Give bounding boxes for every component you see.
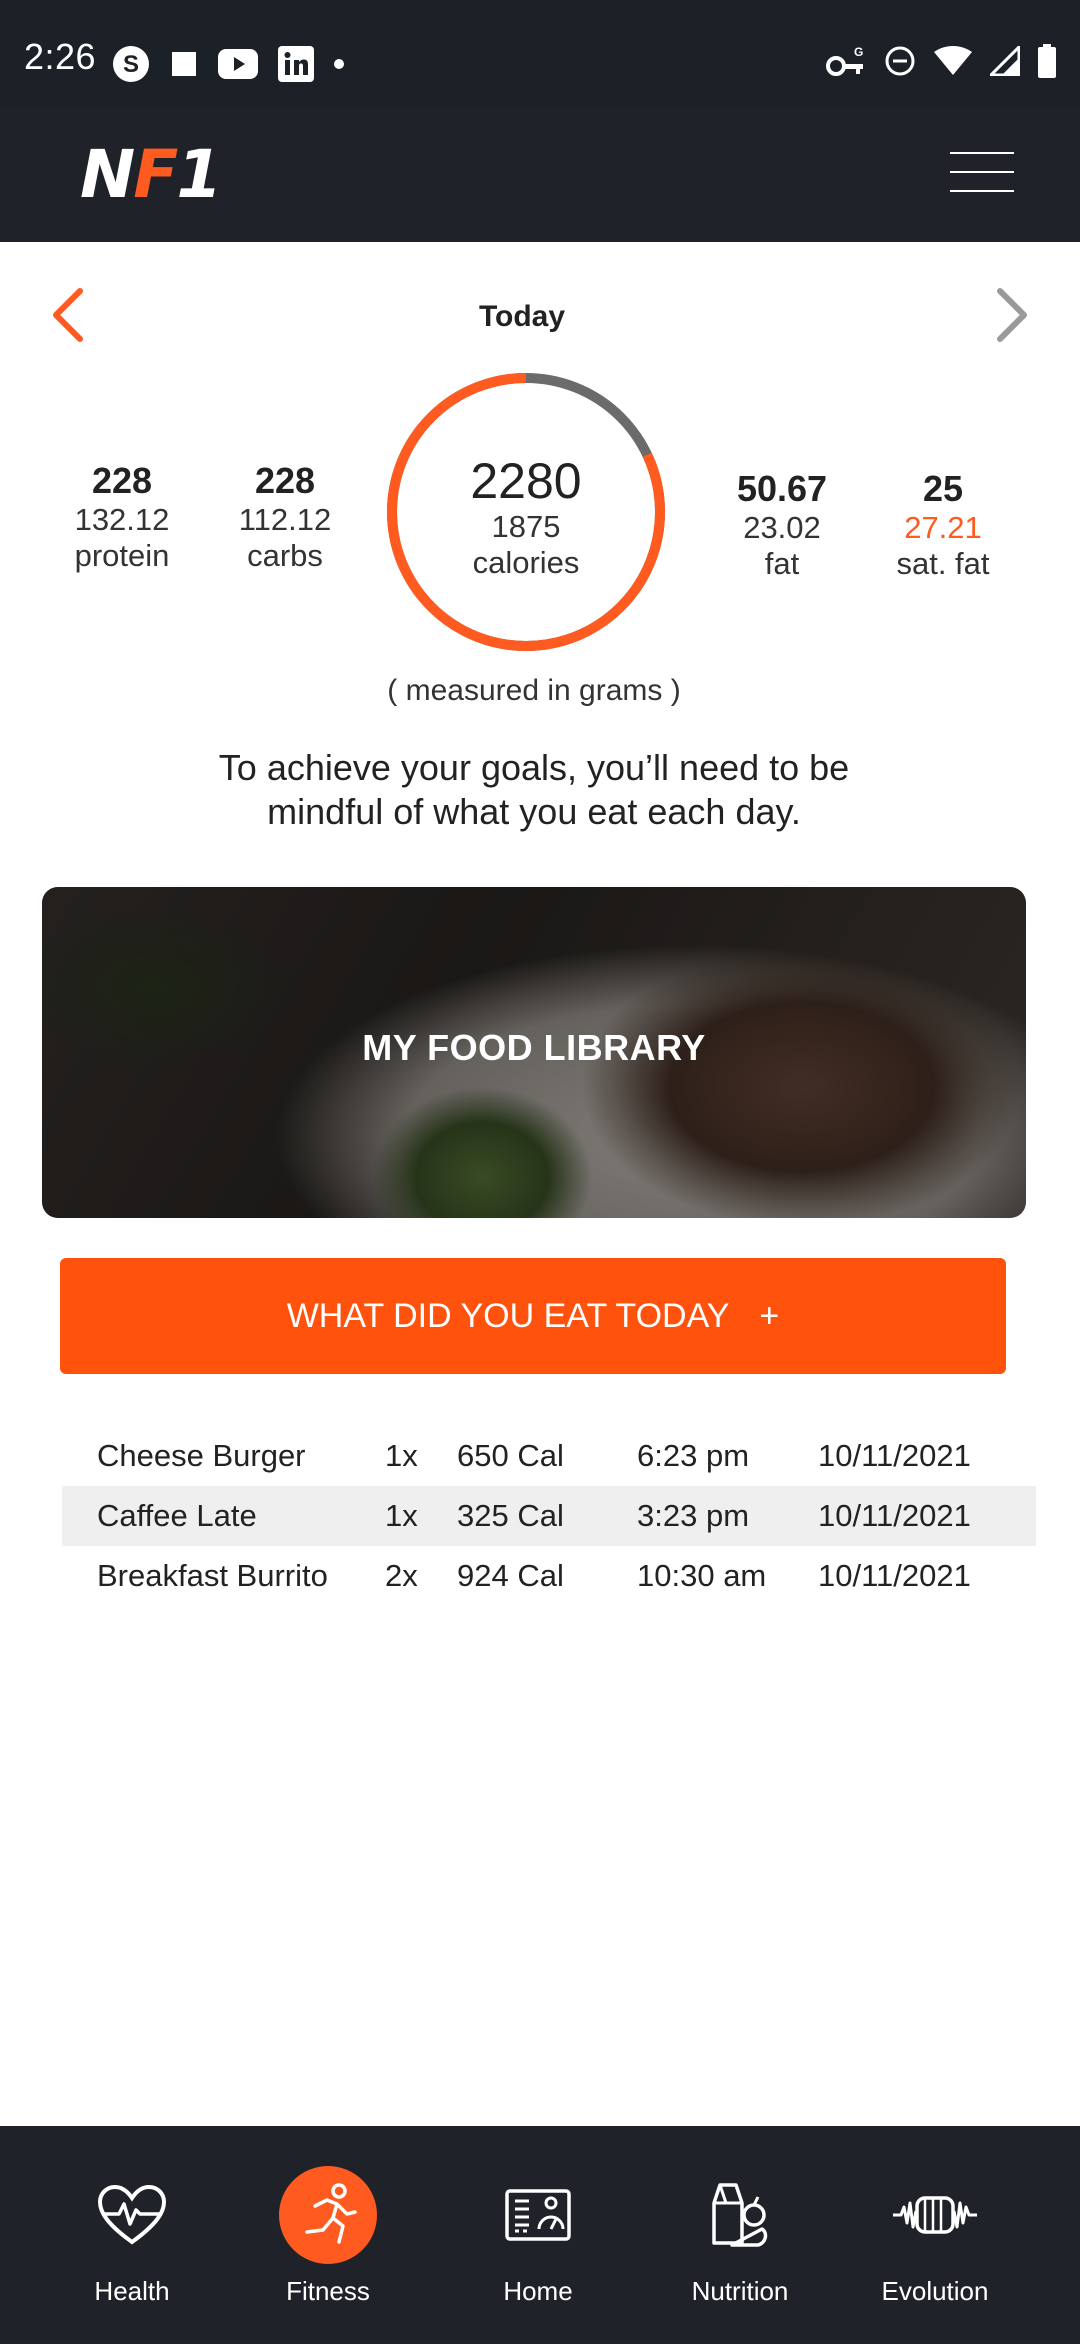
linkedin-icon [278, 46, 314, 82]
nav-nutrition-label: Nutrition [691, 2276, 789, 2306]
food-date: 10/11/2021 [818, 1558, 971, 1593]
nav-health[interactable]: Health [42, 2166, 222, 2307]
fat-value: 23.02 [743, 510, 821, 545]
sat-fat-label: sat. fat [896, 546, 990, 581]
food-log-row[interactable]: Cheese Burger 1x 650 Cal 6:23 pm 10/11/2021 [62, 1426, 1036, 1486]
app-header: NF1 [0, 106, 1080, 242]
plus-icon: + [759, 1296, 780, 1335]
nav-fitness[interactable]: Fitness [238, 2166, 418, 2307]
food-library-title: MY FOOD LIBRARY [362, 1027, 706, 1068]
heart-pulse-icon [83, 2166, 181, 2264]
wifi-icon [934, 46, 972, 75]
calorie-value: 1875 [491, 509, 561, 544]
menu-line-icon [950, 171, 1014, 173]
date-title: Today [478, 300, 566, 333]
food-name: Cheese Burger [97, 1438, 306, 1473]
nav-evolution-label: Evolution [881, 2276, 989, 2306]
sat-fat-macro: 25 27.21 sat. fat [863, 468, 1023, 582]
more-notifications-dot [334, 59, 344, 69]
food-quantity: 2x [385, 1558, 418, 1593]
status-time: 2:26 [24, 36, 97, 77]
nav-home-label: Home [503, 2276, 573, 2306]
carbs-goal: 228 [254, 460, 316, 501]
protein-macro: 228 132.12 protein [42, 460, 202, 574]
food-time: 6:23 pm [637, 1438, 750, 1473]
nav-home[interactable]: Home [448, 2166, 628, 2307]
food-log-row[interactable]: Caffee Late 1x 325 Cal 3:23 pm 10/11/2021 [62, 1486, 1036, 1546]
food-name: Breakfast Burrito [97, 1558, 328, 1593]
my-food-library-card[interactable]: MY FOOD LIBRARY [42, 887, 1026, 1218]
svg-text:S: S [123, 51, 139, 78]
add-food-button[interactable]: WHAT DID YOU EAT TODAY + [60, 1258, 1006, 1374]
system-icons: G [826, 44, 1056, 78]
bottom-navigation: Health Fitness Home Nutrition Evolution [0, 2126, 1080, 2344]
hamburger-menu-button[interactable] [950, 152, 1014, 196]
nav-fitness-label: Fitness [286, 2276, 370, 2306]
nf1-logo[interactable]: NF1 [80, 136, 222, 213]
calorie-label: calories [472, 545, 580, 580]
youtube-icon [218, 49, 258, 79]
measured-in-grams-note: ( measured in grams ) [387, 674, 681, 707]
food-calories: 924 Cal [457, 1558, 564, 1593]
food-calories: 325 Cal [457, 1498, 564, 1533]
food-time: 3:23 pm [637, 1498, 750, 1533]
vpn-key-icon: G [826, 45, 863, 76]
notification-icons: S [112, 45, 344, 83]
calorie-goal: 2280 [470, 453, 582, 509]
carbs-label: carbs [247, 538, 323, 573]
food-date: 10/11/2021 [818, 1438, 971, 1473]
food-log-table: Cheese Burger 1x 650 Cal 6:23 pm 10/11/2021 C… [62, 1426, 1036, 1606]
running-person-icon [279, 2166, 377, 2264]
svg-text:G: G [854, 45, 863, 59]
advice-text: To achieve your goals, you’ll need to be… [218, 747, 850, 832]
food-date: 10/11/2021 [818, 1498, 971, 1533]
food-name: Caffee Late [97, 1498, 257, 1533]
food-quantity: 1x [385, 1438, 418, 1473]
nav-nutrition[interactable]: Nutrition [650, 2166, 830, 2307]
food-log-row[interactable]: Breakfast Burrito 2x 924 Cal 10:30 am 10/11/… [62, 1546, 1036, 1606]
battery-icon [1038, 44, 1056, 78]
nav-evolution[interactable]: Evolution [845, 2166, 1025, 2307]
waveform-icon [886, 2166, 984, 2264]
signal-icon [990, 46, 1020, 76]
add-food-label: WHAT DID YOU EAT TODAY [286, 1296, 730, 1335]
fat-goal: 50.67 [736, 468, 828, 509]
carbs-value: 112.12 [238, 502, 332, 537]
protein-value: 132.12 [74, 502, 170, 537]
protein-goal: 228 [91, 460, 153, 501]
do-not-disturb-icon [885, 46, 915, 76]
carbs-macro: 228 112.12 carbs [205, 460, 365, 574]
nav-health-label: Health [94, 2276, 170, 2306]
sat-fat-value: 27.21 [904, 510, 982, 545]
fat-macro: 50.67 23.02 fat [702, 468, 862, 582]
calorie-summary: 2280 1875 calories [382, 453, 670, 581]
menu-line-icon [950, 152, 1014, 154]
skype-icon: S [113, 46, 149, 82]
food-groceries-icon [691, 2166, 789, 2264]
next-day-chevron-icon[interactable] [980, 285, 1040, 345]
food-quantity: 1x [385, 1498, 418, 1533]
food-time: 10:30 am [637, 1558, 767, 1593]
sat-fat-goal: 25 [922, 468, 964, 509]
status-bar: 2:26 S G [0, 0, 1080, 106]
protein-label: protein [74, 538, 170, 573]
stop-square-icon [172, 52, 196, 76]
food-calories: 650 Cal [457, 1438, 564, 1473]
menu-line-icon [950, 190, 1014, 192]
fat-label: fat [764, 546, 800, 581]
dashboard-icon [489, 2166, 587, 2264]
